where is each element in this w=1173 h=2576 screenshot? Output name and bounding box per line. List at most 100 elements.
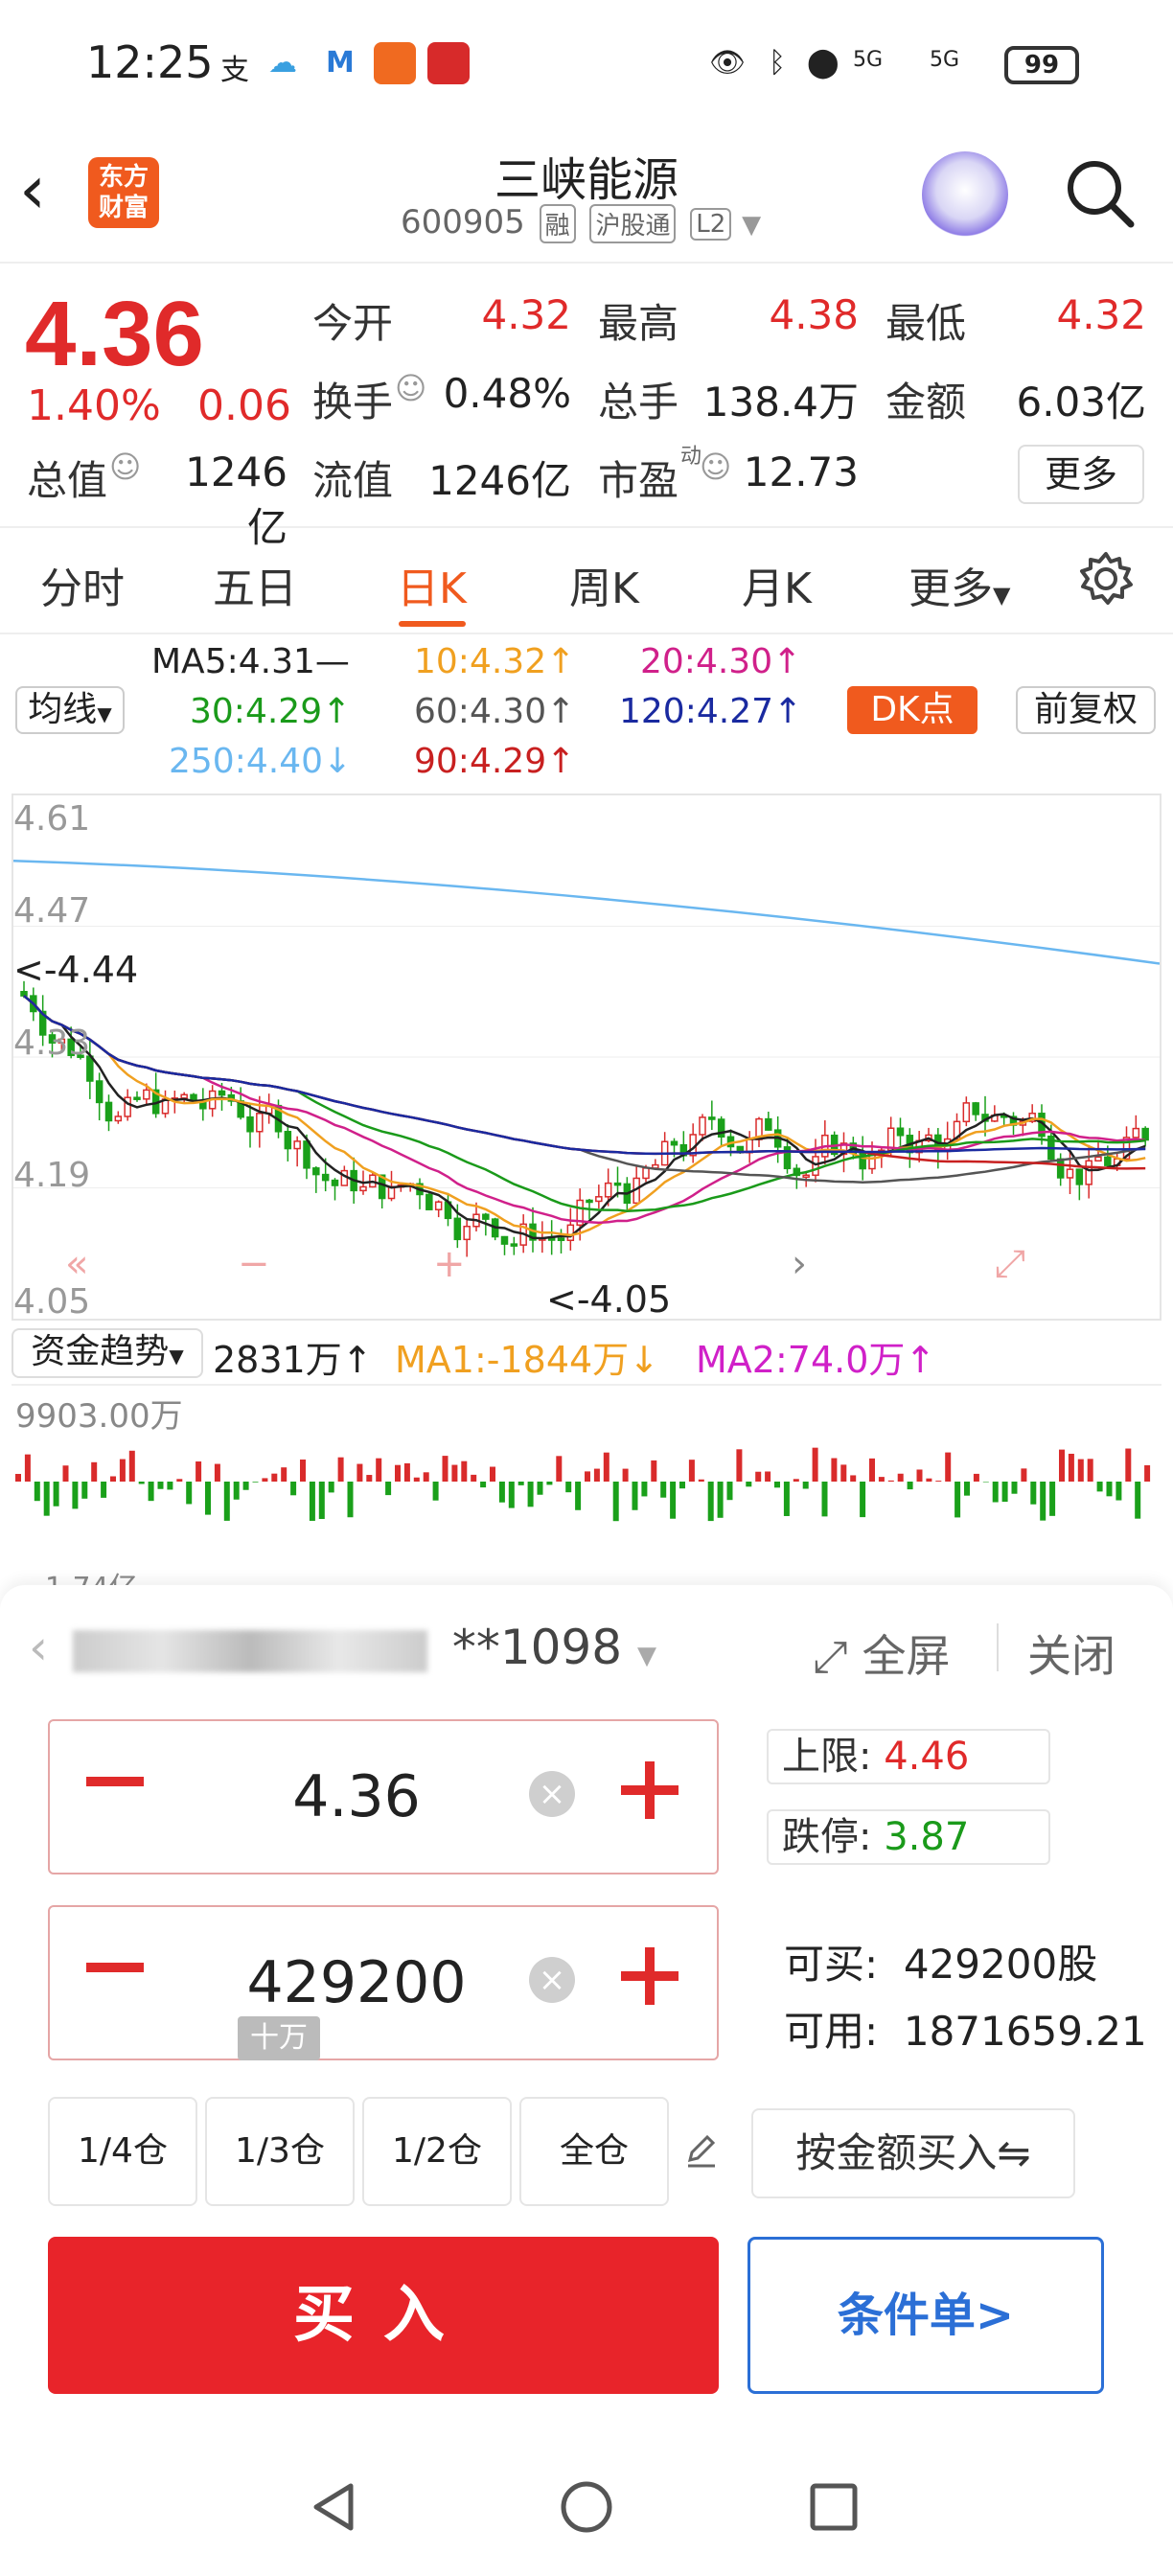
fund-bar	[651, 1460, 657, 1482]
kline-chart[interactable]: 4.61 4.47 4.33 4.19 4.05 <-4.44 <-4.05 «…	[12, 794, 1162, 1322]
fund-bar	[982, 1482, 989, 1483]
fund-bar	[34, 1482, 40, 1502]
fund-value: 2831万↑	[213, 1339, 373, 1381]
position-quarter-button[interactable]: 1/4仓	[48, 2097, 197, 2206]
ma-selector[interactable]: 均线▼	[15, 686, 125, 734]
tab-monthly-k[interactable]: 月K	[742, 554, 812, 615]
qty-clear-icon[interactable]: ×	[529, 1957, 575, 2003]
ma60-label: 60:4.30↑	[414, 692, 576, 731]
qty-unit-hint: 十万	[238, 2016, 320, 2060]
candle	[426, 1193, 433, 1210]
fund-bar	[233, 1482, 240, 1500]
fund-chart[interactable]: 9903.00万 -1.74亿	[12, 1384, 1162, 1605]
fund-bar	[945, 1452, 952, 1482]
can-buy-value: 429200股	[903, 1941, 1098, 1988]
price-input[interactable]: 4.36	[165, 1763, 548, 1830]
zoom-in-icon[interactable]: +	[433, 1242, 466, 1286]
nav-recents-icon[interactable]	[807, 2480, 861, 2534]
buy-button[interactable]: 买入	[48, 2237, 719, 2394]
position-third-button[interactable]: 1/3仓	[205, 2097, 355, 2206]
dk-point-button[interactable]: DK点	[847, 686, 978, 734]
fund-bar	[186, 1482, 193, 1505]
fund-bar	[53, 1482, 59, 1506]
candle	[812, 1156, 819, 1177]
tab-daily-k[interactable]: 日K	[397, 554, 467, 615]
account-dropdown-icon[interactable]: ▼	[637, 1642, 656, 1670]
fund-bar	[973, 1473, 979, 1482]
tab-intraday[interactable]: 分时	[40, 554, 125, 615]
fund-bar	[887, 1480, 894, 1482]
qty-input[interactable]: 429200	[165, 1949, 548, 2016]
adjust-button[interactable]: 前复权	[1016, 686, 1156, 734]
conditional-order-button[interactable]: 条件单>	[748, 2237, 1104, 2394]
candle	[359, 1185, 367, 1192]
tab-more[interactable]: 更多▼	[908, 554, 1010, 615]
candle	[510, 1243, 518, 1247]
next-icon[interactable]: ›	[792, 1242, 807, 1286]
low-annotation: <-4.05	[546, 1278, 672, 1321]
available-row: 可用: 1871659.21	[784, 1999, 1147, 2058]
low-value: 4.32	[1056, 291, 1146, 338]
caret-icon-2: ▼	[169, 1345, 184, 1368]
candle	[218, 1090, 226, 1096]
fund-bar	[205, 1482, 211, 1515]
nav-home-icon[interactable]	[556, 2476, 617, 2538]
mktcap-info-icon[interactable]: ☺	[109, 448, 141, 485]
candle	[104, 1101, 113, 1122]
price-stepper[interactable]: 4.36 ×	[48, 1719, 719, 1874]
fund-bar	[746, 1482, 752, 1487]
pe-info-icon[interactable]: ☺	[700, 448, 731, 485]
fund-bar	[916, 1469, 923, 1482]
caret-down-icon: ▼	[993, 582, 1011, 609]
price-clear-icon[interactable]: ×	[529, 1771, 575, 1817]
nav-back-icon[interactable]	[305, 2478, 362, 2536]
account-prev-icon[interactable]: ‹	[29, 1620, 48, 1675]
fund-bar	[432, 1482, 439, 1501]
search-icon[interactable]	[1062, 155, 1138, 232]
close-button[interactable]: 关闭	[1027, 1622, 1116, 1685]
account-row[interactable]: ‹ **1098 ▼	[29, 1620, 656, 1675]
buy-by-amount-button[interactable]: 按金额买入⇋	[751, 2108, 1075, 2198]
scroll-left-icon[interactable]: «	[65, 1242, 88, 1286]
ma10-label: 10:4.32↑	[414, 642, 576, 681]
expand-icon[interactable]: ⤢	[995, 1242, 1025, 1286]
qty-minus-button[interactable]	[86, 1963, 144, 1972]
ma20-label: 20:4.30↑	[640, 642, 802, 681]
last-price: 4.36	[25, 283, 204, 385]
tab-five-day[interactable]: 五日	[213, 554, 297, 615]
fund-bar	[356, 1463, 363, 1482]
system-nav-bar	[0, 2453, 1173, 2576]
fund-bar	[413, 1477, 420, 1482]
fund-trend-row: 资金趋势▼ 2831万↑ MA1:-1844万↓ MA2:74.0万↑	[0, 1324, 1173, 1382]
quantity-stepper[interactable]: 429200 × 十万	[48, 1905, 719, 2060]
tab-weekly-k[interactable]: 周K	[569, 554, 639, 615]
lower-limit: 跌停: 3.87	[767, 1809, 1050, 1865]
fullscreen-label: 全屏	[862, 1630, 951, 1682]
turnover-value: 0.48%	[443, 370, 571, 417]
position-full-button[interactable]: 全仓	[519, 2097, 669, 2206]
gear-icon[interactable]	[1077, 550, 1135, 608]
candle	[586, 1199, 593, 1204]
candle	[340, 1169, 349, 1186]
candle	[765, 1117, 772, 1131]
price-plus-button[interactable]	[621, 1761, 678, 1819]
fund-trend-selector[interactable]: 资金趋势▼	[12, 1328, 203, 1378]
stock-code-row: 600905 融 沪股通 L2 ▼	[401, 203, 761, 243]
price-minus-button[interactable]	[86, 1777, 144, 1786]
dropdown-icon[interactable]: ▼	[742, 211, 761, 240]
app-pos-icon	[427, 42, 470, 84]
fund-bar	[148, 1482, 154, 1502]
fullscreen-button[interactable]: ⤢ 全屏	[813, 1622, 950, 1685]
edit-icon[interactable]	[682, 2131, 721, 2170]
assistant-robot-icon[interactable]	[922, 151, 1008, 238]
eye-icon: 👁	[709, 46, 747, 80]
fund-bar	[612, 1482, 619, 1522]
more-button[interactable]: 更多	[1018, 445, 1144, 504]
zoom-out-icon[interactable]: −	[238, 1242, 270, 1286]
position-half-button[interactable]: 1/2仓	[362, 2097, 512, 2206]
qty-plus-button[interactable]	[621, 1947, 678, 2005]
fund-bar	[43, 1482, 50, 1516]
can-buy-label: 可买:	[784, 1941, 879, 1988]
fund-bar	[15, 1474, 21, 1482]
fund-bar	[774, 1482, 780, 1488]
